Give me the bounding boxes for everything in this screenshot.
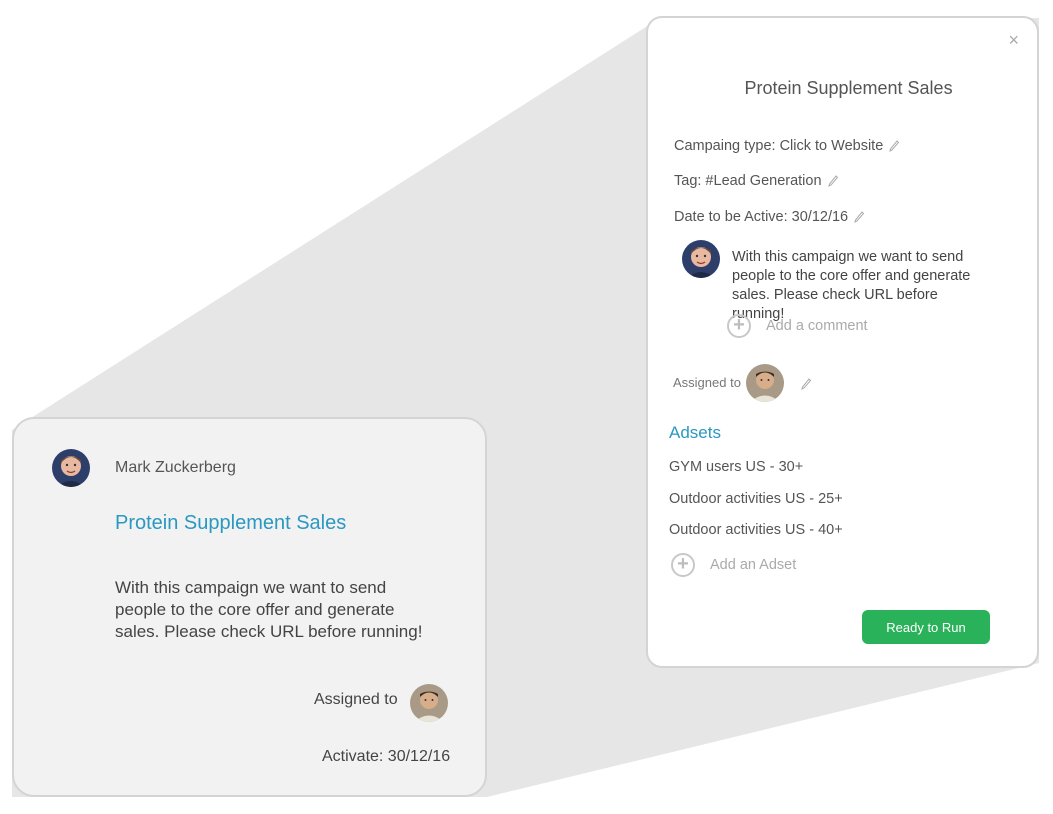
plus-circle-icon: + [671,553,695,577]
close-icon[interactable]: × [1008,30,1019,51]
adset-item[interactable]: Outdoor activities US - 40+ [669,522,843,538]
author-avatar [52,449,90,487]
date-active-text: Date to be Active: 30/12/16 [674,209,849,225]
activate-date: Activate: 30/12/16 [322,748,451,765]
campaign-type-text: Campaing type: Click to Website [674,138,884,154]
tag-field: Tag: #Lead Generation [674,173,838,189]
comment-text: With this campaign we want to send peopl… [732,249,971,322]
adset-item[interactable]: Outdoor activities US - 25+ [669,491,843,507]
assignee-avatar[interactable] [746,364,784,402]
add-comment-button[interactable]: + Add a comment [727,314,868,338]
author-name: Mark Zuckerberg [115,459,236,476]
campaign-type-field: Campaing type: Click to Website [674,138,900,154]
tag-text: Tag: #Lead Generation [674,173,822,189]
card-description: With this campaign we want to send peopl… [115,578,423,641]
campaign-card[interactable]: Mark Zuckerberg Protein Supplement Sales… [12,417,487,797]
pencil-icon[interactable] [889,140,900,152]
add-adset-button[interactable]: + Add an Adset [671,553,796,577]
campaign-detail-panel: × Protein Supplement Sales Campaing type… [646,16,1039,668]
assignee-avatar[interactable] [410,684,448,722]
add-adset-label: Add an Adset [710,557,797,573]
adsets-heading: Adsets [669,423,721,442]
plus-circle-icon: + [727,314,751,338]
pencil-icon[interactable] [854,211,865,223]
adset-item[interactable]: GYM users US - 30+ [669,459,803,475]
pencil-icon[interactable] [801,378,811,390]
card-title[interactable]: Protein Supplement Sales [115,512,346,535]
date-active-field: Date to be Active: 30/12/16 [674,209,865,225]
ready-to-run-button[interactable]: Ready to Run [862,610,990,644]
comment-author-avatar [682,240,720,278]
assigned-label: Assigned to [673,375,741,390]
pencil-icon[interactable] [827,175,838,187]
assigned-label: Assigned to [314,691,398,708]
panel-title: Protein Supplement Sales [744,78,953,98]
add-comment-label: Add a comment [766,318,868,334]
